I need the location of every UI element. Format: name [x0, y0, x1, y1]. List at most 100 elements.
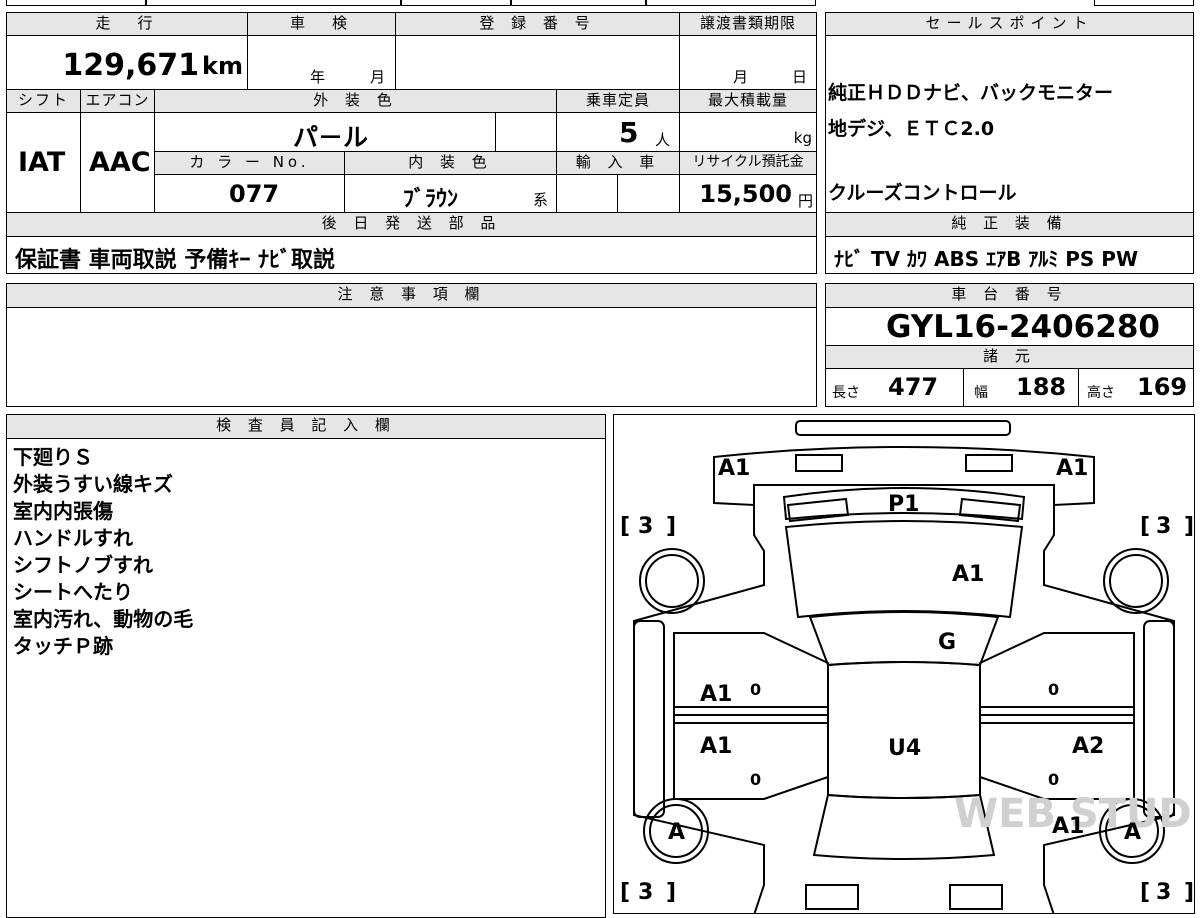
mark-wheel-rear-left: A [668, 820, 685, 845]
registration-cell [395, 35, 680, 90]
mileage-cell: 129,671 km [6, 35, 248, 90]
door-front-left [673, 632, 829, 716]
exterior-color-header: 外 装 色 [154, 89, 557, 113]
sales-point-line: 純正ＨＤＤナビ、バックモニター [828, 82, 1114, 104]
sales-point-line: クルーズコントロール [828, 182, 1017, 204]
equipment-header: 純 正 装 備 [825, 212, 1194, 237]
recycle-header: リサイクル預託金 [679, 151, 817, 175]
mark-pillar-fr: 0 [1048, 680, 1059, 699]
transfer-deadline-header: 譲渡書類期限 [679, 12, 817, 36]
import-cell-a [556, 174, 618, 213]
inspector-line: シフトノブすれ [13, 553, 153, 577]
spec-width-value: 188 [1016, 373, 1067, 401]
mileage-header: 走 行 [6, 12, 248, 36]
wheel-front-right-inner [1109, 554, 1163, 608]
mark-pillar-rl: 0 [750, 770, 761, 789]
tire-bracket-fl: [ [620, 514, 630, 539]
mark-roof: U4 [888, 736, 921, 761]
import-cell-b [617, 174, 680, 213]
interior-color-suffix: 系 [533, 191, 549, 209]
exterior-color-cell: パ－ル [154, 112, 496, 152]
headlight-left [795, 454, 843, 472]
recycle-cell: 15,500 円 [679, 174, 817, 213]
capacity-cell: 5 人 [556, 112, 680, 152]
mark-wheel-rear-right: A [1124, 820, 1141, 845]
later-parts-header: 後 日 発 送 部 品 [6, 212, 817, 237]
top-strip [6, 0, 816, 6]
later-parts-value: 保証書 車両取説 予備ｷｰ ﾅﾋﾞ取説 [15, 248, 335, 273]
inspector-line: 下廻りＳ [13, 445, 93, 469]
shift-cell: IAT [6, 112, 81, 213]
capacity-header: 乗車定員 [556, 89, 680, 113]
color-no-cell: 077 [154, 174, 345, 213]
inspector-line: 室内汚れ、動物の毛 [13, 607, 194, 631]
inspection-month-label: 月 [370, 68, 386, 86]
interior-color-cell: ﾌﾞﾗｳﾝ 系 [344, 174, 557, 213]
sales-points-body: 純正ＨＤＤナビ、バックモニター 地デジ、ＥＴＣ2.0 クルーズコントロール [825, 35, 1194, 213]
transfer-day-label: 日 [792, 68, 808, 86]
chassis-header: 車 台 番 号 [825, 283, 1194, 308]
equipment-cell: ﾅﾋﾞ TV ｶﾜ ABS ｴｱB ｱﾙﾐ PS PW [825, 236, 1194, 274]
spec-width-label: 幅 [974, 385, 988, 401]
spec-length-cell: 長さ 477 [825, 368, 964, 407]
mark-pillar-rr: 0 [1048, 770, 1059, 789]
recycle-value: 15,500 [699, 180, 792, 208]
ac-cell: AAC [80, 112, 155, 213]
ac-header: エアコン [80, 89, 155, 113]
car-diagram-frame: [ ] [ ] [ ] [ ] WEB STUDIO A1 A1 P1 A1 G… [613, 414, 1195, 914]
wheel-front-right [1103, 548, 1169, 614]
max-load-cell: kg [679, 112, 817, 152]
inspector-body: 下廻りＳ 外装うすい線キズ 室内内張傷 ハンドルすれ シフトノブすれ シートへた… [6, 438, 606, 918]
equipment-value: ﾅﾋﾞ TV ｶﾜ ABS ｴｱB ｱﾙﾐ PS PW [834, 247, 1139, 271]
side-panel-left [633, 620, 665, 818]
mark-front-bumper: P1 [888, 492, 919, 517]
inspection-header: 車 検 [247, 12, 396, 36]
capacity-value: 5 [619, 116, 639, 149]
roof [827, 661, 981, 799]
color-no-value: 077 [229, 180, 280, 208]
spec-length-label: 長さ [832, 385, 860, 401]
wheel-front-left-inner [645, 554, 699, 608]
notes-body [6, 307, 817, 407]
mileage-unit: km [202, 52, 243, 80]
mark-tire-rear-right: 3 [1156, 880, 1171, 905]
mark-front-right: A1 [1056, 456, 1088, 481]
tire-bracket-rl: [ [620, 880, 630, 905]
notes-header: 注 意 事 項 欄 [6, 283, 817, 308]
inspector-line: 外装うすい線キズ [13, 472, 173, 496]
front-bumper-strip [795, 420, 1011, 436]
car-diagram: [ ] [ ] [ ] [ ] WEB STUDIO A1 A1 P1 A1 G… [620, 420, 1194, 913]
rear-lamp-left [805, 884, 859, 910]
shift-header: シフト [6, 89, 81, 113]
transfer-month-label: 月 [733, 68, 749, 86]
interior-color-header: 内 装 色 [344, 151, 557, 175]
headlight-right [965, 454, 1013, 472]
mark-windshield: G [938, 630, 956, 655]
registration-header: 登 録 番 号 [395, 12, 680, 36]
recycle-unit: 円 [797, 192, 813, 210]
interior-color-value: ﾌﾞﾗｳﾝ [403, 187, 459, 212]
mark-front-left: A1 [718, 456, 750, 481]
max-load-unit: kg [793, 129, 812, 147]
mark-rear-door-right: A2 [1072, 734, 1104, 759]
rear-lamp-right [949, 884, 1003, 910]
spec-height-value: 169 [1137, 373, 1188, 401]
mark-pillar-fl: 0 [750, 680, 761, 699]
inspector-line: タッチＰ跡 [13, 634, 113, 658]
sales-points-header: セールスポイント [825, 12, 1194, 36]
inspection-year-label: 年 [310, 68, 326, 86]
mark-hood: A1 [952, 562, 984, 587]
exterior-color-value: パ－ル [293, 123, 369, 152]
specs-header: 諸 元 [825, 345, 1194, 369]
spec-height-cell: 高さ 169 [1078, 368, 1194, 407]
wheel-front-left [639, 548, 705, 614]
mark-rear-door-left: A1 [700, 734, 732, 759]
top-right-strip [1094, 0, 1194, 6]
side-panel-right [1143, 620, 1175, 818]
inspector-line: ハンドルすれ [13, 526, 133, 550]
tire-bracket-fl-r: ] [666, 514, 676, 539]
spec-width-cell: 幅 188 [963, 368, 1079, 407]
inspector-line: 室内内張傷 [13, 499, 113, 523]
transfer-cell: 月 日 [679, 35, 817, 90]
spec-length-value: 477 [888, 373, 939, 401]
